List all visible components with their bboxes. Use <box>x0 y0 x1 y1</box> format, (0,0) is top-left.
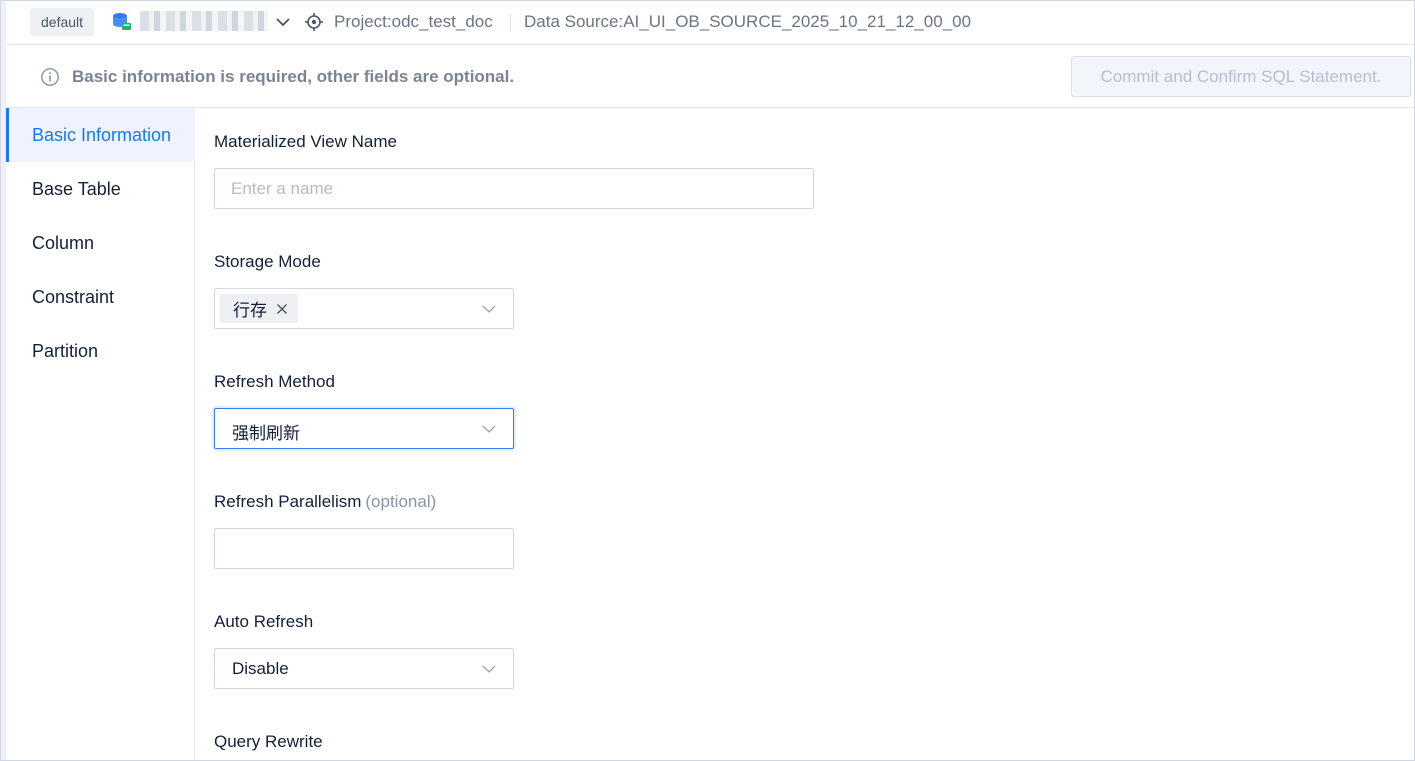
chevron-down-icon <box>482 305 496 313</box>
storage-mode-tag: 行存 <box>220 294 298 323</box>
divider <box>510 14 511 32</box>
query-rewrite-label: Query Rewrite <box>214 732 323 751</box>
top-bar: default Project:odc_test_doc Data Source… <box>6 1 1414 45</box>
data-source-label: Data Source:AI_UI_OB_SOURCE_2025_10_21_1… <box>524 12 972 31</box>
chevron-down-icon <box>482 665 496 673</box>
nav-item-column[interactable]: Column <box>6 216 195 270</box>
auto-refresh-select[interactable]: Disable <box>214 648 514 689</box>
nav-item-basic-information[interactable]: Basic Information <box>6 108 195 162</box>
refresh-method-label: Refresh Method <box>214 372 335 391</box>
nav-item-base-table[interactable]: Base Table <box>6 162 195 216</box>
database-name-redacted[interactable] <box>140 11 268 31</box>
project-label: Project:odc_test_doc <box>334 12 493 31</box>
auto-refresh-label: Auto Refresh <box>214 612 314 631</box>
app-frame: default Project:odc_test_doc Data Source… <box>0 0 1415 761</box>
auto-refresh-value: Disable <box>232 659 289 678</box>
refresh-method-value: 强制刷新 <box>232 424 300 443</box>
close-icon[interactable] <box>276 303 288 315</box>
chevron-down-icon[interactable] <box>274 13 292 31</box>
mv-name-label: Materialized View Name <box>214 132 397 151</box>
storage-mode-tag-label: 行存 <box>233 301 267 320</box>
commit-sql-button[interactable]: Commit and Confirm SQL Statement. <box>1071 56 1411 97</box>
info-bar: Basic information is required, other fie… <box>6 46 1414 108</box>
chevron-down-icon <box>482 425 496 433</box>
storage-mode-label: Storage Mode <box>214 252 321 271</box>
section-nav: Basic Information Base Table Column Cons… <box>6 108 195 760</box>
refresh-method-select[interactable]: 强制刷新 <box>214 408 514 449</box>
database-icon <box>113 13 131 30</box>
basic-info-form: Materialized View Name Storage Mode 行存 R… <box>214 108 1414 760</box>
storage-mode-select[interactable]: 行存 <box>214 288 514 329</box>
info-icon <box>41 68 59 86</box>
environment-tag: default <box>30 8 95 36</box>
nav-item-partition[interactable]: Partition <box>6 324 195 378</box>
refresh-parallelism-label: Refresh Parallelism (optional) <box>214 492 436 512</box>
info-message: Basic information is required, other fie… <box>72 67 515 86</box>
optional-hint: (optional) <box>365 492 437 511</box>
nav-item-constraint[interactable]: Constraint <box>6 270 195 324</box>
refresh-parallelism-input[interactable] <box>214 528 514 569</box>
mv-name-input[interactable] <box>214 168 814 209</box>
refresh-parallelism-label-text: Refresh Parallelism <box>214 492 362 511</box>
locate-target-icon[interactable] <box>304 12 324 32</box>
